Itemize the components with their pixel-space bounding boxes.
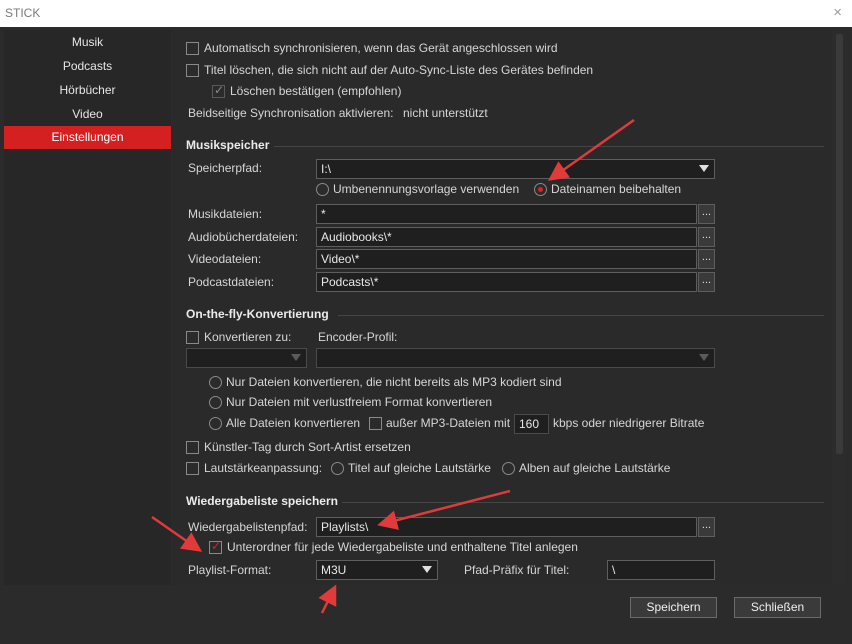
save-button[interactable]: Speichern xyxy=(630,597,717,618)
delete-titles-label: Titel löschen, die sich nicht auf der Au… xyxy=(204,63,594,77)
title-bar: STICK × xyxy=(0,0,852,27)
delete-titles-checkbox[interactable] xyxy=(186,64,199,77)
podcast-files-label: Podcastdateien: xyxy=(188,275,275,289)
playlist-path-browse-button[interactable]: ... xyxy=(698,517,715,537)
music-files-browse-button[interactable]: ... xyxy=(698,204,715,224)
music-files-value: * xyxy=(321,207,326,221)
section-divider xyxy=(342,502,824,503)
bidirectional-sync-value: nicht unterstützt xyxy=(403,106,488,120)
arrow-playlist-format-icon xyxy=(318,584,337,614)
encoder-profile-dropdown[interactable] xyxy=(316,348,715,368)
album-volume-label: Alben auf gleiche Lautstärke xyxy=(519,461,671,475)
music-files-input[interactable]: * xyxy=(316,204,697,224)
section-divider xyxy=(274,146,824,147)
track-volume-label: Titel auf gleiche Lautstärke xyxy=(348,461,491,475)
path-prefix-value: \ xyxy=(612,563,616,577)
playlist-path-value: Playlists\ xyxy=(321,520,369,534)
audiobook-files-input[interactable]: Audiobooks\* xyxy=(316,227,697,247)
sidebar-item-einstellungen[interactable]: Einstellungen xyxy=(4,126,171,149)
close-button[interactable]: Schließen xyxy=(734,597,821,618)
podcast-files-input[interactable]: Podcasts\* xyxy=(316,272,697,292)
sidebar: Musik Podcasts Hörbücher Video Einstellu… xyxy=(4,30,171,585)
chevron-down-icon xyxy=(291,354,301,361)
artist-tag-label: Künstler-Tag durch Sort-Artist ersetzen xyxy=(204,440,411,454)
convert-non-mp3-radio[interactable] xyxy=(209,376,222,389)
close-icon[interactable]: × xyxy=(833,4,842,21)
keep-filenames-label: Dateinamen beibehalten xyxy=(551,182,682,196)
section-divider xyxy=(338,315,824,316)
playlist-format-value: M3U xyxy=(321,563,347,577)
scrollbar-thumb[interactable] xyxy=(836,34,843,454)
bitrate-input[interactable]: 160 xyxy=(514,414,549,434)
album-volume-radio[interactable] xyxy=(502,462,515,475)
audiobook-files-label: Audiobücherdateien: xyxy=(188,230,299,244)
bitrate-value: 160 xyxy=(519,417,540,431)
path-prefix-label: Pfad-Präfix für Titel: xyxy=(464,563,570,577)
audiobook-files-value: Audiobooks\* xyxy=(321,230,392,244)
playlist-path-label: Wiedergabelistenpfad: xyxy=(188,520,308,534)
convert-non-mp3-label: Nur Dateien konvertieren, die nicht bere… xyxy=(226,375,562,389)
video-files-browse-button[interactable]: ... xyxy=(698,249,715,269)
convert-to-label: Konvertieren zu: xyxy=(204,330,292,344)
except-mp3-label: außer MP3-Dateien mit xyxy=(386,416,511,430)
playlist-heading: Wiedergabeliste speichern xyxy=(186,494,338,508)
confirm-delete-label: Löschen bestätigen (empfohlen) xyxy=(230,84,402,98)
playlist-format-dropdown[interactable]: M3U xyxy=(316,560,438,580)
storage-path-dropdown[interactable]: I:\ xyxy=(316,159,715,179)
except-mp3-checkbox[interactable] xyxy=(369,417,382,430)
podcast-files-browse-button[interactable]: ... xyxy=(698,272,715,292)
chevron-down-icon xyxy=(422,566,432,573)
sidebar-item-video[interactable]: Video xyxy=(4,103,171,126)
storage-path-value: I:\ xyxy=(321,162,332,176)
sidebar-item-podcasts[interactable]: Podcasts xyxy=(4,55,171,78)
bidirectional-sync-label: Beidseitige Synchronisation aktivieren: xyxy=(188,106,394,120)
playlist-format-label: Playlist-Format: xyxy=(188,563,272,577)
playlist-path-input[interactable]: Playlists\ xyxy=(316,517,697,537)
path-prefix-input[interactable]: \ xyxy=(607,560,715,580)
video-files-value: Video\* xyxy=(321,252,360,266)
auto-sync-label: Automatisch synchronisieren, wenn das Ge… xyxy=(204,41,558,55)
track-volume-radio[interactable] xyxy=(331,462,344,475)
volume-adjust-label: Lautstärkeanpassung: xyxy=(204,461,323,475)
conversion-heading: On-the-fly-Konvertierung xyxy=(186,307,329,321)
convert-all-radio[interactable] xyxy=(209,417,222,430)
playlist-subfolder-label: Unterordner für jede Wiedergabeliste und… xyxy=(227,540,578,554)
podcast-files-value: Podcasts\* xyxy=(321,275,379,289)
keep-filenames-radio[interactable] xyxy=(534,183,547,196)
sidebar-item-hoerbuecher[interactable]: Hörbücher xyxy=(4,79,171,102)
convert-lossless-radio[interactable] xyxy=(209,396,222,409)
audiobook-files-browse-button[interactable]: ... xyxy=(698,227,715,247)
window-title: STICK xyxy=(5,6,41,20)
rename-template-radio[interactable] xyxy=(316,183,329,196)
chevron-down-icon xyxy=(699,165,709,172)
rename-template-label: Umbenennungsvorlage verwenden xyxy=(333,182,520,196)
chevron-down-icon xyxy=(699,354,709,361)
storage-path-label: Speicherpfad: xyxy=(188,161,263,175)
confirm-delete-checkbox[interactable] xyxy=(212,83,225,98)
artist-tag-checkbox[interactable] xyxy=(186,441,199,454)
convert-lossless-label: Nur Dateien mit verlustfreiem Format kon… xyxy=(226,395,493,409)
convert-to-checkbox[interactable] xyxy=(186,331,199,344)
music-files-label: Musikdateien: xyxy=(188,207,263,221)
video-files-label: Videodateien: xyxy=(188,252,262,266)
auto-sync-checkbox[interactable] xyxy=(186,42,199,55)
bitrate-suffix-label: kbps oder niedrigerer Bitrate xyxy=(553,416,705,430)
music-storage-heading: Musikspeicher xyxy=(186,138,270,152)
convert-all-label: Alle Dateien konvertieren xyxy=(226,416,361,430)
convert-format-dropdown[interactable] xyxy=(186,348,307,368)
encoder-profile-label: Encoder-Profil: xyxy=(318,330,398,344)
sidebar-item-musik[interactable]: Musik xyxy=(4,31,171,54)
volume-adjust-checkbox[interactable] xyxy=(186,462,199,475)
video-files-input[interactable]: Video\* xyxy=(316,249,697,269)
playlist-subfolder-checkbox[interactable] xyxy=(209,539,222,554)
